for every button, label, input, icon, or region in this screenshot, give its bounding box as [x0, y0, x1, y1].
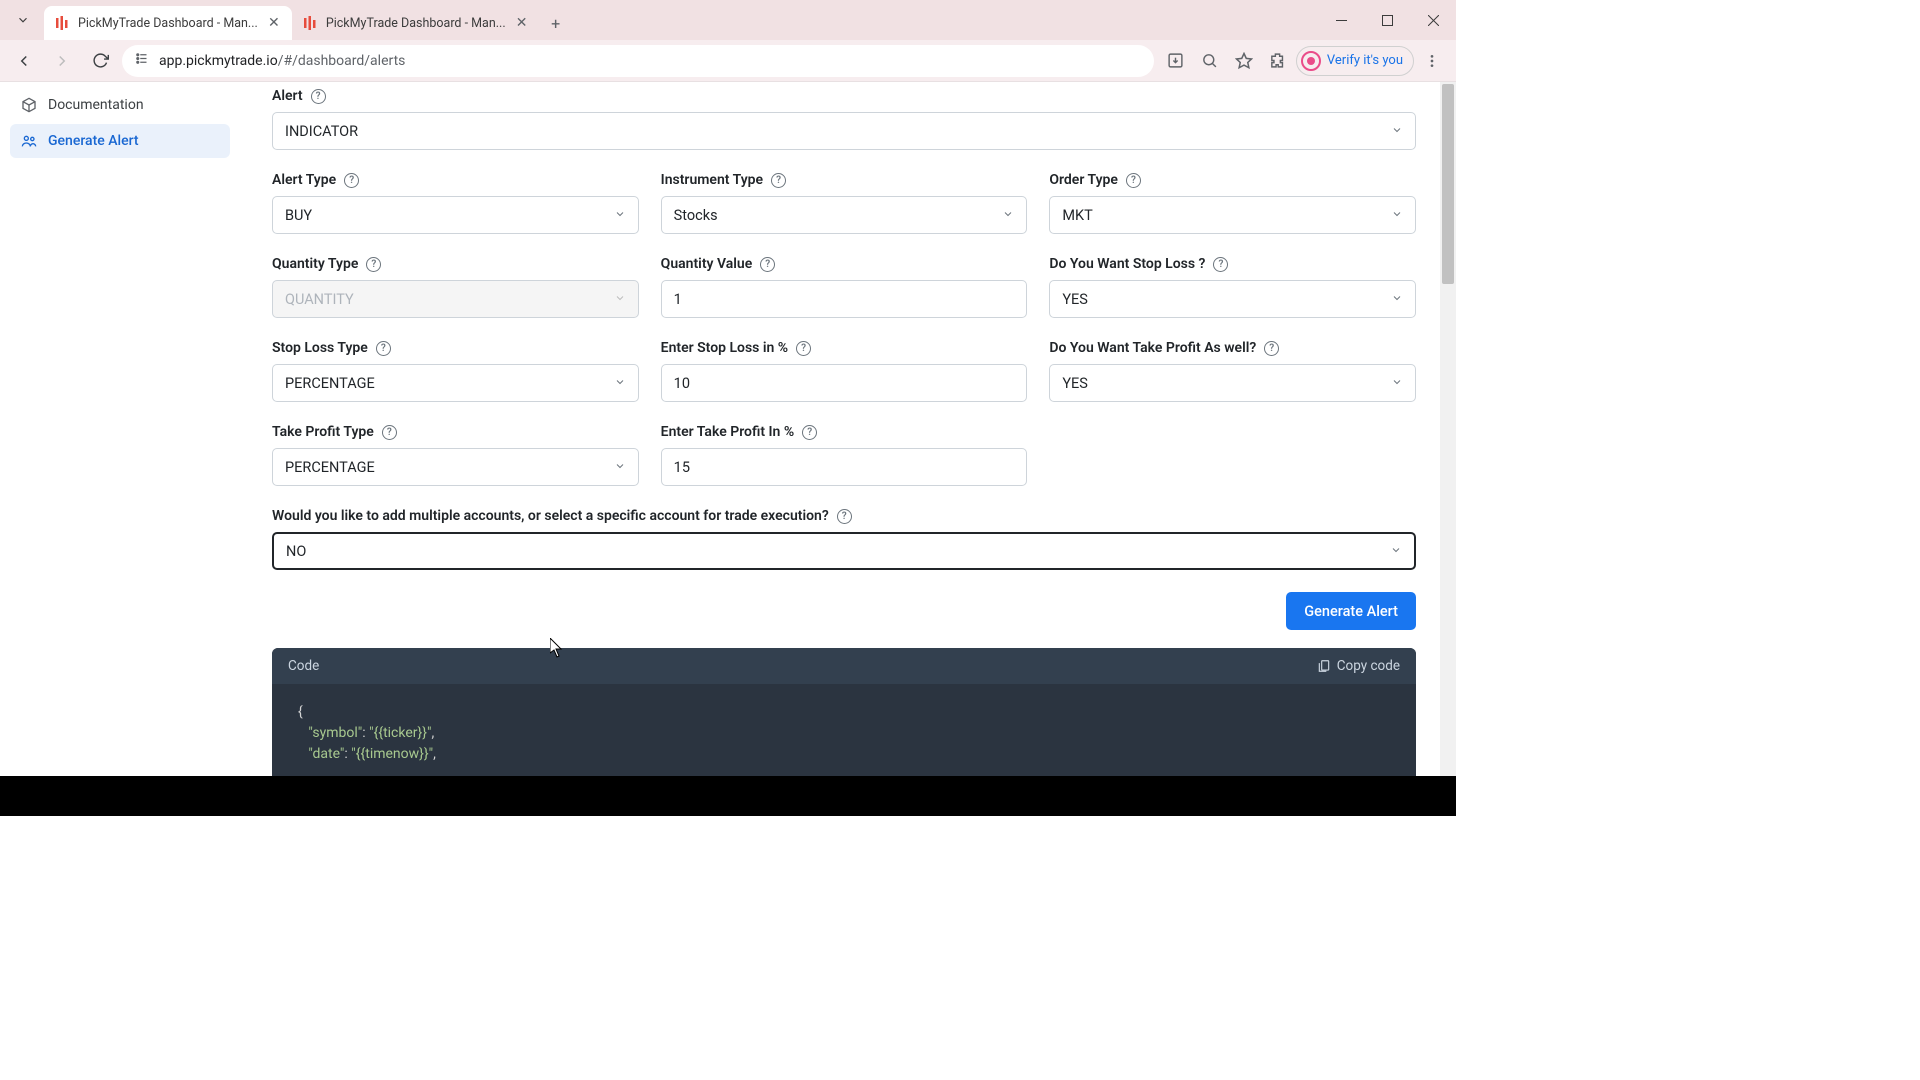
browser-tab-inactive[interactable]: PickMyTrade Dashboard - Man... ✕ — [292, 6, 540, 40]
order-type-label: Order Type? — [1049, 172, 1416, 188]
close-window-button[interactable] — [1410, 0, 1456, 40]
want-take-profit-select[interactable]: YES — [1049, 364, 1416, 402]
instrument-type-label: Instrument Type? — [661, 172, 1028, 188]
alert-type-select[interactable]: BUY — [272, 196, 639, 234]
quantity-type-label: Quantity Type? — [272, 256, 639, 272]
cube-icon — [20, 96, 38, 114]
forward-button[interactable] — [46, 45, 78, 77]
favicon-icon — [302, 15, 318, 31]
tab-title: PickMyTrade Dashboard - Man... — [326, 16, 506, 31]
tab-title: PickMyTrade Dashboard - Man... — [78, 16, 258, 31]
want-take-profit-label: Do You Want Take Profit As well?? — [1049, 340, 1416, 356]
want-stop-loss-label: Do You Want Stop Loss ?? — [1049, 256, 1416, 272]
help-icon[interactable]: ? — [771, 173, 786, 188]
browser-menu-button[interactable] — [1416, 45, 1448, 77]
tab-close-button[interactable]: ✕ — [514, 15, 530, 31]
generate-alert-button[interactable]: Generate Alert — [1286, 592, 1416, 630]
chevron-down-icon — [1002, 207, 1014, 224]
take-profit-type-label: Take Profit Type? — [272, 424, 639, 440]
copy-code-button[interactable]: Copy code — [1317, 658, 1400, 674]
alert-label: Alert ? — [272, 88, 1416, 104]
minimize-button[interactable] — [1318, 0, 1364, 40]
main-content: Alert ? INDICATOR Alert Type? BUY Instru… — [240, 82, 1456, 776]
zoom-icon[interactable] — [1194, 45, 1226, 77]
extensions-icon[interactable] — [1262, 45, 1294, 77]
enter-stop-loss-input[interactable] — [661, 364, 1028, 402]
alert-select[interactable]: INDICATOR — [272, 112, 1416, 150]
code-content: { "symbol": "{{ticker}}", "date": "{{tim… — [272, 684, 1416, 776]
enter-take-profit-input[interactable] — [661, 448, 1028, 486]
verify-identity-button[interactable]: Verify it's you — [1296, 46, 1414, 76]
help-icon[interactable]: ? — [311, 89, 326, 104]
chevron-down-icon — [614, 207, 626, 224]
sidebar-item-documentation[interactable]: Documentation — [10, 88, 230, 122]
sidebar: Documentation Generate Alert — [0, 82, 240, 776]
window-controls — [1318, 0, 1456, 40]
sidebar-label: Documentation — [48, 97, 144, 113]
help-icon[interactable]: ? — [1213, 257, 1228, 272]
sidebar-item-generate-alert[interactable]: Generate Alert — [10, 124, 230, 158]
multiple-accounts-label: Would you like to add multiple accounts,… — [272, 508, 1416, 524]
enter-take-profit-label: Enter Take Profit In %? — [661, 424, 1028, 440]
back-button[interactable] — [8, 45, 40, 77]
chevron-down-icon — [1391, 207, 1403, 224]
enter-stop-loss-label: Enter Stop Loss in %? — [661, 340, 1028, 356]
install-app-icon[interactable] — [1160, 45, 1192, 77]
browser-tab-active[interactable]: PickMyTrade Dashboard - Man... ✕ — [44, 6, 292, 40]
help-icon[interactable]: ? — [796, 341, 811, 356]
chevron-down-icon — [614, 375, 626, 392]
users-icon — [20, 132, 38, 150]
chevron-down-icon — [614, 291, 626, 308]
tab-search-button[interactable] — [6, 3, 40, 37]
instrument-type-select[interactable]: Stocks — [661, 196, 1028, 234]
help-icon[interactable]: ? — [1126, 173, 1141, 188]
order-type-select[interactable]: MKT — [1049, 196, 1416, 234]
help-icon[interactable]: ? — [837, 509, 852, 524]
take-profit-type-select[interactable]: PERCENTAGE — [272, 448, 639, 486]
chevron-down-icon — [1391, 375, 1403, 392]
stop-loss-type-label: Stop Loss Type? — [272, 340, 639, 356]
copy-label: Copy code — [1337, 658, 1400, 674]
help-icon[interactable]: ? — [344, 173, 359, 188]
help-icon[interactable]: ? — [366, 257, 381, 272]
site-info-icon[interactable] — [134, 51, 149, 70]
reload-button[interactable] — [84, 45, 116, 77]
profile-avatar-icon — [1301, 51, 1321, 71]
chevron-down-icon — [1390, 543, 1402, 560]
help-icon[interactable]: ? — [1264, 341, 1279, 356]
help-icon[interactable]: ? — [382, 425, 397, 440]
chevron-down-icon — [1391, 123, 1403, 140]
address-bar[interactable]: app.pickmytrade.io/#/dashboard/alerts — [122, 45, 1154, 77]
favicon-icon — [54, 15, 70, 31]
quantity-value-input[interactable] — [661, 280, 1028, 318]
browser-tab-strip: PickMyTrade Dashboard - Man... ✕ PickMyT… — [0, 0, 1456, 40]
quantity-type-select: QUANTITY — [272, 280, 639, 318]
tab-close-button[interactable]: ✕ — [266, 15, 282, 31]
help-icon[interactable]: ? — [802, 425, 817, 440]
help-icon[interactable]: ? — [760, 257, 775, 272]
clipboard-icon — [1317, 659, 1331, 673]
browser-toolbar: app.pickmytrade.io/#/dashboard/alerts Ve… — [0, 40, 1456, 82]
code-block: Code Copy code { "symbol": "{{ticker}}",… — [272, 648, 1416, 776]
help-icon[interactable]: ? — [376, 341, 391, 356]
bookmark-icon[interactable] — [1228, 45, 1260, 77]
chevron-down-icon — [614, 459, 626, 476]
sidebar-label: Generate Alert — [48, 133, 139, 149]
chevron-down-icon — [1391, 291, 1403, 308]
quantity-value-label: Quantity Value? — [661, 256, 1028, 272]
multiple-accounts-select[interactable]: NO — [272, 532, 1416, 570]
url-text: app.pickmytrade.io/#/dashboard/alerts — [159, 53, 1142, 69]
stop-loss-type-select[interactable]: PERCENTAGE — [272, 364, 639, 402]
bottom-black-bar — [0, 776, 1456, 816]
maximize-button[interactable] — [1364, 0, 1410, 40]
alert-type-label: Alert Type? — [272, 172, 639, 188]
code-title: Code — [288, 658, 319, 674]
new-tab-button[interactable]: + — [542, 9, 570, 37]
want-stop-loss-select[interactable]: YES — [1049, 280, 1416, 318]
verify-label: Verify it's you — [1327, 53, 1403, 68]
scrollbar-thumb[interactable] — [1442, 84, 1454, 284]
